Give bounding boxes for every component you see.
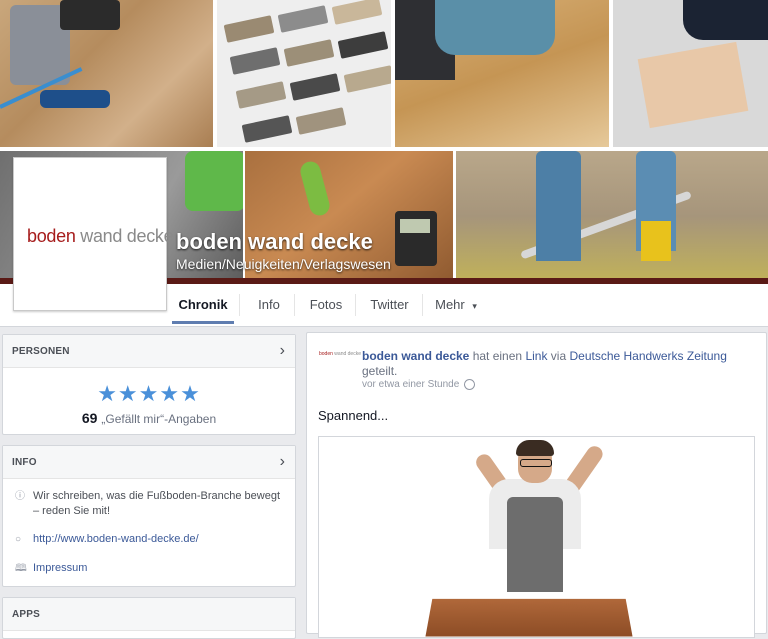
website-link[interactable]: http://www.boden-wand-decke.de/ <box>33 532 199 547</box>
impressum-link[interactable]: Impressum <box>33 561 87 576</box>
post-via-text: via <box>550 349 567 363</box>
chevron-right-icon[interactable]: › <box>280 342 285 360</box>
avatar-logo-wand-decke: wand decke <box>334 351 361 357</box>
tab-fotos[interactable]: Fotos <box>300 284 352 324</box>
personen-box: PERSONEN › ★★★★★ 69 „Gefällt mir“-Angaben <box>2 334 296 435</box>
web-icon: ○ <box>15 534 22 545</box>
book-icon: 🕮 <box>15 563 27 574</box>
post-image-hair <box>516 440 554 456</box>
likes-summary[interactable]: 69 „Gefällt mir“-Angaben <box>3 410 295 426</box>
tab-mehr-label: Mehr <box>435 297 465 312</box>
tab-divider <box>294 294 295 316</box>
tab-info[interactable]: Info <box>247 284 291 324</box>
brand-logo: boden wand decke <box>27 226 174 247</box>
tab-divider <box>422 294 423 316</box>
cover-image-carpet-samples <box>217 0 391 147</box>
post-text: Spannend... <box>318 408 389 423</box>
post-link-word[interactable]: Link <box>525 349 547 363</box>
tab-divider <box>239 294 240 316</box>
info-description-row: ⓘ Wir schreiben, was die Fußboden-Branche… <box>15 489 290 519</box>
post-image-glasses <box>520 459 552 467</box>
chevron-right-icon[interactable]: › <box>280 453 285 471</box>
info-website-row: ○ http://www.boden-wand-decke.de/ <box>15 532 199 547</box>
likes-count: 69 <box>81 410 98 426</box>
info-impressum-row: 🕮 Impressum <box>15 561 87 576</box>
post-action-suffix: geteilt. <box>362 364 398 378</box>
post-image-apron <box>507 497 563 592</box>
apps-heading: APPS <box>12 609 41 620</box>
info-heading: INFO <box>12 457 37 468</box>
post-image-table <box>425 598 633 637</box>
timeline-post: boden wand decke boden wand decke hat ei… <box>306 332 767 638</box>
info-description: Wir schreiben, was die Fußboden-Branche … <box>33 490 281 517</box>
cover-image-screed-pouring <box>456 151 768 282</box>
post-time-text: vor etwa einer Stunde <box>362 379 460 391</box>
post-via-page[interactable]: Deutsche Handwerks Zeitung <box>569 349 726 363</box>
profile-picture[interactable]: boden wand decke <box>13 157 174 311</box>
post-header: boden wand decke hat einen Link via Deut… <box>362 349 752 379</box>
tab-chronik[interactable]: Chronik <box>172 284 234 324</box>
info-box: INFO › ⓘ Wir schreiben, was die Fußboden-… <box>2 445 296 587</box>
cover-image-sanding <box>0 0 213 147</box>
rating-stars: ★★★★★ <box>97 381 201 406</box>
page-title[interactable]: boden wand decke <box>176 229 373 255</box>
avatar-logo-boden: boden <box>319 351 333 357</box>
info-header[interactable]: INFO › <box>3 446 295 479</box>
page-category[interactable]: Medien/Neuigkeiten/Verlagswesen <box>176 256 391 272</box>
tab-mehr[interactable]: Mehr ▾ <box>430 284 482 324</box>
post-action-text: hat einen <box>472 349 523 363</box>
apps-box: APPS <box>2 597 296 639</box>
post-author-avatar[interactable]: boden wand decke <box>319 351 361 371</box>
cover-image-parquet-work <box>395 0 609 147</box>
tab-twitter[interactable]: Twitter <box>362 284 417 324</box>
logo-part-boden: boden <box>27 226 76 246</box>
post-timestamp[interactable]: vor etwa einer Stunde <box>362 379 476 391</box>
dropdown-arrow-icon: ▾ <box>472 301 477 311</box>
tab-divider <box>355 294 356 316</box>
info-icon: ⓘ <box>15 491 25 502</box>
apps-header[interactable]: APPS <box>3 598 295 631</box>
cover-image-tiles <box>613 0 768 147</box>
likes-label: „Gefällt mir“-Angaben <box>101 412 217 426</box>
post-author-name[interactable]: boden wand decke <box>362 349 469 363</box>
personen-header[interactable]: PERSONEN › <box>3 335 295 368</box>
post-link-image[interactable] <box>318 436 755 638</box>
personen-heading: PERSONEN <box>12 346 70 357</box>
logo-part-wand-decke: wand decke <box>80 226 174 246</box>
globe-icon <box>464 379 476 390</box>
